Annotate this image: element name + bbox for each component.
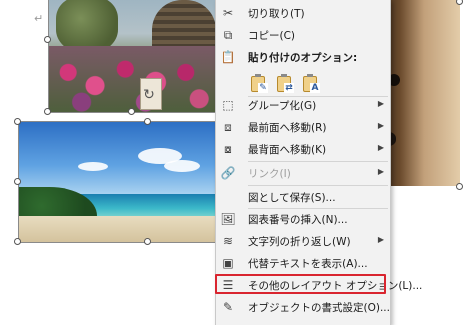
menu-item-group[interactable]: ⬚ グループ化(G) ▶: [216, 94, 390, 116]
submenu-arrow-icon: ▶: [377, 235, 384, 244]
paste-merge-button[interactable]: ⇄: [274, 73, 294, 93]
beach-picture[interactable]: [18, 122, 216, 242]
menu-item-insert-caption[interactable]: 🖼 図表番号の挿入(N)...: [216, 208, 390, 230]
menu-item-paste-options: 📋 貼り付けのオプション:: [216, 46, 390, 68]
bring-front-icon: ⧈: [224, 119, 232, 134]
caption-icon: 🖼: [220, 212, 236, 226]
paste-keep-source-button[interactable]: ✎: [248, 73, 268, 93]
submenu-arrow-icon: ▶: [377, 167, 384, 176]
group-icon: ⬚: [222, 98, 234, 112]
menu-item-cut[interactable]: ✂ 切り取り(T): [216, 2, 390, 24]
resize-handle[interactable]: [14, 118, 21, 125]
link-icon: 🔗: [220, 166, 236, 180]
resize-handle[interactable]: [14, 238, 21, 245]
rotate-handle-icon[interactable]: ↻: [142, 88, 156, 102]
menu-item-save-picture[interactable]: 図として保存(S)...: [216, 186, 390, 208]
submenu-arrow-icon: ▶: [377, 121, 384, 130]
paste-text-only-button[interactable]: A: [300, 73, 320, 93]
highlight-box: [215, 274, 386, 294]
submenu-arrow-icon: ▶: [377, 143, 384, 152]
scissors-icon: ✂: [222, 6, 234, 20]
resize-handle[interactable]: [44, 108, 51, 115]
wrap-text-icon: ≋: [222, 234, 234, 248]
resize-handle[interactable]: [14, 178, 21, 185]
menu-item-link: 🔗 リンク(I) ▶: [216, 162, 390, 184]
menu-item-send-back[interactable]: ⧇ 最背面へ移動(K) ▶: [216, 138, 390, 160]
resize-handle[interactable]: [144, 118, 151, 125]
menu-item-wrap-text[interactable]: ≋ 文字列の折り返し(W) ▶: [216, 230, 390, 252]
copy-icon: ⧉: [223, 27, 233, 42]
paste-icon: 📋: [220, 50, 236, 64]
resize-handle[interactable]: [44, 36, 51, 43]
send-back-icon: ⧇: [224, 141, 232, 156]
submenu-arrow-icon: ▶: [377, 99, 384, 108]
flower-garden-picture[interactable]: [48, 0, 216, 112]
menu-item-bring-front[interactable]: ⧈ 最前面へ移動(R) ▶: [216, 116, 390, 138]
paragraph-mark: ↵: [34, 12, 44, 25]
menu-item-alt-text[interactable]: ▣ 代替テキストを表示(A)...: [216, 252, 390, 274]
dog-picture[interactable]: [380, 0, 460, 186]
resize-handle[interactable]: [144, 238, 151, 245]
resize-handle[interactable]: [128, 108, 135, 115]
alt-text-icon: ▣: [222, 256, 234, 270]
menu-item-copy[interactable]: ⧉ コピー(C): [216, 24, 390, 46]
resize-handle[interactable]: [456, 0, 463, 5]
format-object-icon: ✎: [222, 300, 234, 314]
menu-item-format-object[interactable]: ✎ オブジェクトの書式設定(O)...: [216, 296, 390, 318]
resize-handle[interactable]: [456, 183, 463, 190]
paste-options-row: ✎ ⇄ A: [248, 70, 320, 96]
